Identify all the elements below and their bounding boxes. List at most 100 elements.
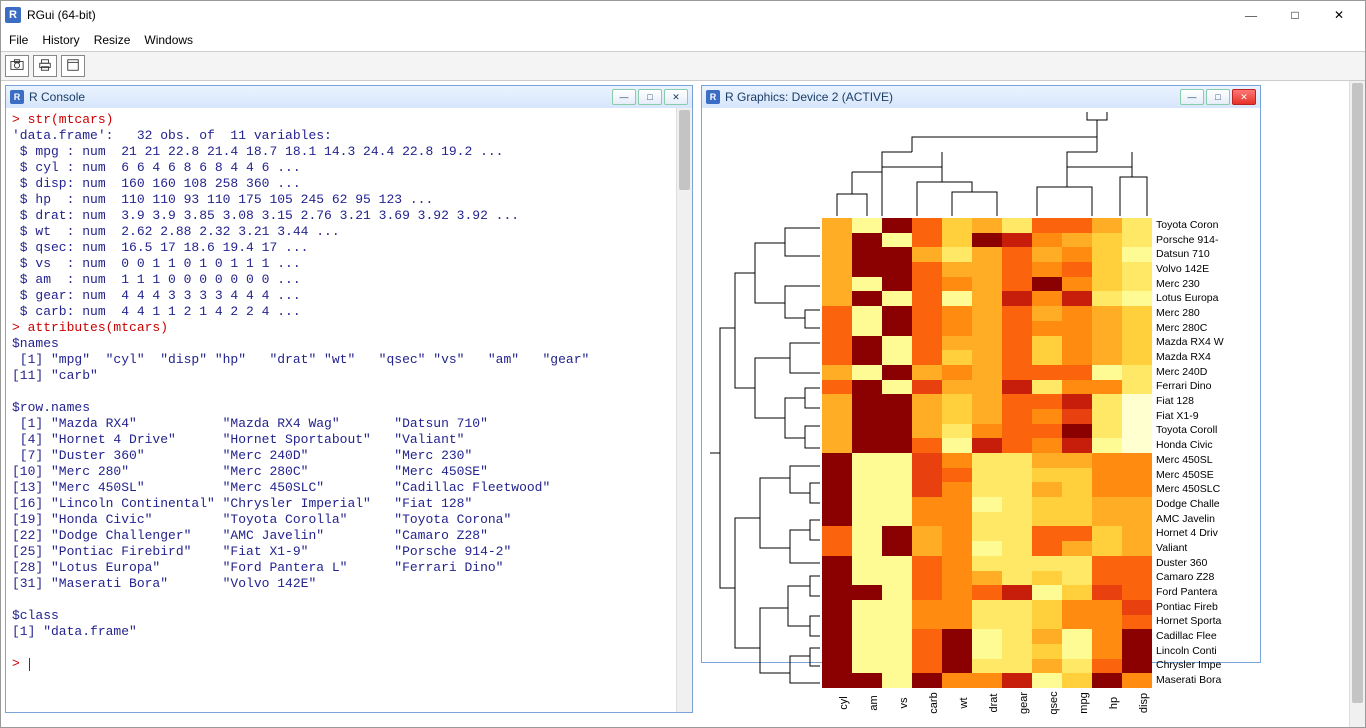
- heatmap-cell: [1032, 497, 1062, 512]
- heatmap-cell: [1092, 526, 1122, 541]
- heatmap-cell: [882, 306, 912, 321]
- heatmap-cell: [1032, 424, 1062, 439]
- maximize-button[interactable]: □: [1273, 1, 1317, 29]
- heatmap-cell: [882, 424, 912, 439]
- close-button[interactable]: ✕: [1317, 1, 1361, 29]
- heatmap-cell: [1062, 306, 1092, 321]
- heatmap-cell: [912, 482, 942, 497]
- heatmap-cell: [852, 218, 882, 233]
- heatmap-cell: [912, 380, 942, 395]
- mdi-scrollbar[interactable]: [1349, 81, 1365, 727]
- heatmap-cell: [1122, 336, 1152, 351]
- heatmap-cell: [1122, 556, 1152, 571]
- heatmap-cell: [1122, 438, 1152, 453]
- heatmap-cell: [1062, 556, 1092, 571]
- heatmap-cell: [882, 233, 912, 248]
- heatmap-cell: [822, 424, 852, 439]
- heatmap-cell: [912, 512, 942, 527]
- graphics-max-button[interactable]: □: [1206, 89, 1230, 105]
- graphics-close-button[interactable]: ✕: [1232, 89, 1256, 105]
- heatmap-cell: [1002, 512, 1032, 527]
- heatmap-cell: [972, 365, 1002, 380]
- heatmap-cell: [912, 556, 942, 571]
- heatmap-cell: [852, 306, 882, 321]
- heatmap-cell: [822, 291, 852, 306]
- heatmap-cell: [912, 468, 942, 483]
- heatmap-cell: [1092, 615, 1122, 630]
- console-close-button[interactable]: ✕: [664, 89, 688, 105]
- heatmap-cell: [972, 526, 1002, 541]
- row-label: Honda Civic: [1156, 438, 1266, 453]
- app-window: R RGui (64-bit) — □ ✕ File History Resiz…: [0, 0, 1366, 728]
- heatmap-cell: [972, 659, 1002, 674]
- r-icon: R: [10, 90, 24, 104]
- graphics-min-button[interactable]: —: [1180, 89, 1204, 105]
- heatmap-cell: [942, 277, 972, 292]
- heatmap-cell: [1032, 526, 1062, 541]
- heatmap-cell: [1032, 350, 1062, 365]
- heatmap-cell: [1122, 233, 1152, 248]
- heatmap-cell: [1002, 218, 1032, 233]
- heatmap-cell: [972, 262, 1002, 277]
- graphics-titlebar[interactable]: R R Graphics: Device 2 (ACTIVE) — □ ✕: [702, 86, 1260, 108]
- heatmap-cell: [942, 453, 972, 468]
- heatmap-cell: [1122, 262, 1152, 277]
- heatmap-cell: [852, 394, 882, 409]
- menu-resize[interactable]: Resize: [94, 33, 131, 47]
- heatmap-cell: [1032, 409, 1062, 424]
- heatmap-cell: [822, 350, 852, 365]
- heatmap-cell: [1092, 673, 1122, 688]
- heatmap-cell: [1092, 218, 1122, 233]
- heatmap-cell: [1002, 673, 1032, 688]
- heatmap-cell: [882, 571, 912, 586]
- heatmap-cell: [852, 291, 882, 306]
- window-focus-button[interactable]: [61, 55, 85, 77]
- heatmap-cell: [942, 644, 972, 659]
- heatmap-cell: [1062, 497, 1092, 512]
- heatmap-cell: [852, 233, 882, 248]
- heatmap-cell: [1062, 512, 1092, 527]
- console-body[interactable]: > str(mtcars) 'data.frame': 32 obs. of 1…: [6, 108, 692, 712]
- heatmap-cell: [1092, 556, 1122, 571]
- heatmap-cell: [852, 541, 882, 556]
- heatmap-cell: [1092, 336, 1122, 351]
- heatmap-cell: [912, 218, 942, 233]
- heatmap-cell: [1032, 218, 1062, 233]
- heatmap-cell: [852, 659, 882, 674]
- heatmap-cell: [942, 350, 972, 365]
- heatmap-cell: [972, 585, 1002, 600]
- menu-file[interactable]: File: [9, 33, 28, 47]
- console-min-button[interactable]: —: [612, 89, 636, 105]
- heatmap-cell: [942, 336, 972, 351]
- console-max-button[interactable]: □: [638, 89, 662, 105]
- heatmap-cell: [1092, 600, 1122, 615]
- heatmap-cell: [1122, 512, 1152, 527]
- heatmap-cell: [1122, 453, 1152, 468]
- row-label: Fiat 128: [1156, 394, 1266, 409]
- copy-device-button[interactable]: [5, 55, 29, 77]
- heatmap-cell: [912, 438, 942, 453]
- minimize-button[interactable]: —: [1229, 1, 1273, 29]
- heatmap-cell: [882, 262, 912, 277]
- heatmap-cell: [852, 585, 882, 600]
- row-label: Valiant: [1156, 541, 1266, 556]
- heatmap-cell: [942, 571, 972, 586]
- menu-history[interactable]: History: [42, 33, 79, 47]
- row-label: Hornet Sporta: [1156, 614, 1266, 629]
- heatmap-cell: [1092, 233, 1122, 248]
- heatmap-cell: [972, 571, 1002, 586]
- heatmap-cell: [972, 497, 1002, 512]
- heatmap-cell: [1062, 541, 1092, 556]
- console-scroll-thumb[interactable]: [679, 110, 690, 190]
- heatmap-cell: [882, 438, 912, 453]
- col-dendrogram: [822, 112, 1152, 216]
- heatmap-cell: [852, 321, 882, 336]
- heatmap-cell: [912, 585, 942, 600]
- console-scrollbar[interactable]: [676, 108, 692, 712]
- heatmap-cell: [822, 277, 852, 292]
- menu-windows[interactable]: Windows: [144, 33, 193, 47]
- console-titlebar[interactable]: R R Console — □ ✕: [6, 86, 692, 108]
- print-button[interactable]: [33, 55, 57, 77]
- heatmap-cell: [1092, 659, 1122, 674]
- mdi-scroll-thumb[interactable]: [1352, 83, 1363, 703]
